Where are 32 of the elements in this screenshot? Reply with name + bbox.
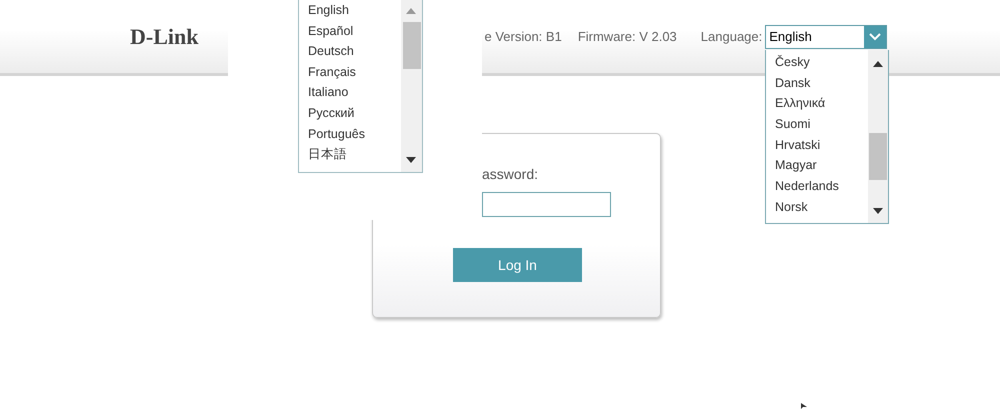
- scroll-down-icon[interactable]: [873, 208, 883, 214]
- chevron-down-icon: [869, 32, 882, 40]
- language-option[interactable]: Ελληνικά: [766, 93, 868, 114]
- language-label: Language:: [700, 29, 762, 44]
- language-option[interactable]: Português: [299, 124, 401, 144]
- language-option[interactable]: Français: [299, 62, 401, 82]
- language-option[interactable]: Italiano: [299, 82, 401, 103]
- language-option[interactable]: 日本語: [299, 144, 401, 165]
- language-option[interactable]: Deutsch: [299, 41, 401, 62]
- language-option[interactable]: Español: [299, 20, 401, 42]
- language-option[interactable]: Русский: [299, 102, 401, 124]
- hardware-version: e Version: B1: [484, 29, 562, 44]
- language-option[interactable]: English: [299, 0, 401, 21]
- language-option[interactable]: Suomi: [766, 114, 868, 135]
- scroll-thumb[interactable]: [403, 22, 421, 69]
- scroll-thumb[interactable]: [869, 133, 887, 180]
- language-option[interactable]: Česky: [766, 52, 868, 73]
- language-option[interactable]: Hrvatski: [766, 134, 868, 156]
- language-option[interactable]: Nederlands: [766, 176, 868, 197]
- logo: D-Link: [130, 24, 198, 50]
- password-label: assword:: [482, 166, 538, 182]
- password-field[interactable]: [482, 192, 611, 217]
- scrollbar[interactable]: [401, 0, 422, 172]
- language-option[interactable]: Magyar: [766, 155, 868, 176]
- scrollbar[interactable]: [868, 50, 888, 223]
- mouse-pointer-icon: [801, 403, 809, 409]
- language-option[interactable]: Dansk: [766, 72, 868, 94]
- scroll-down-icon[interactable]: [406, 157, 416, 163]
- scroll-up-icon[interactable]: [873, 61, 883, 67]
- language-select[interactable]: English: [765, 24, 888, 48]
- language-option[interactable]: Norsk: [766, 196, 868, 218]
- firmware-version: Firmware: V 2.03: [578, 29, 677, 44]
